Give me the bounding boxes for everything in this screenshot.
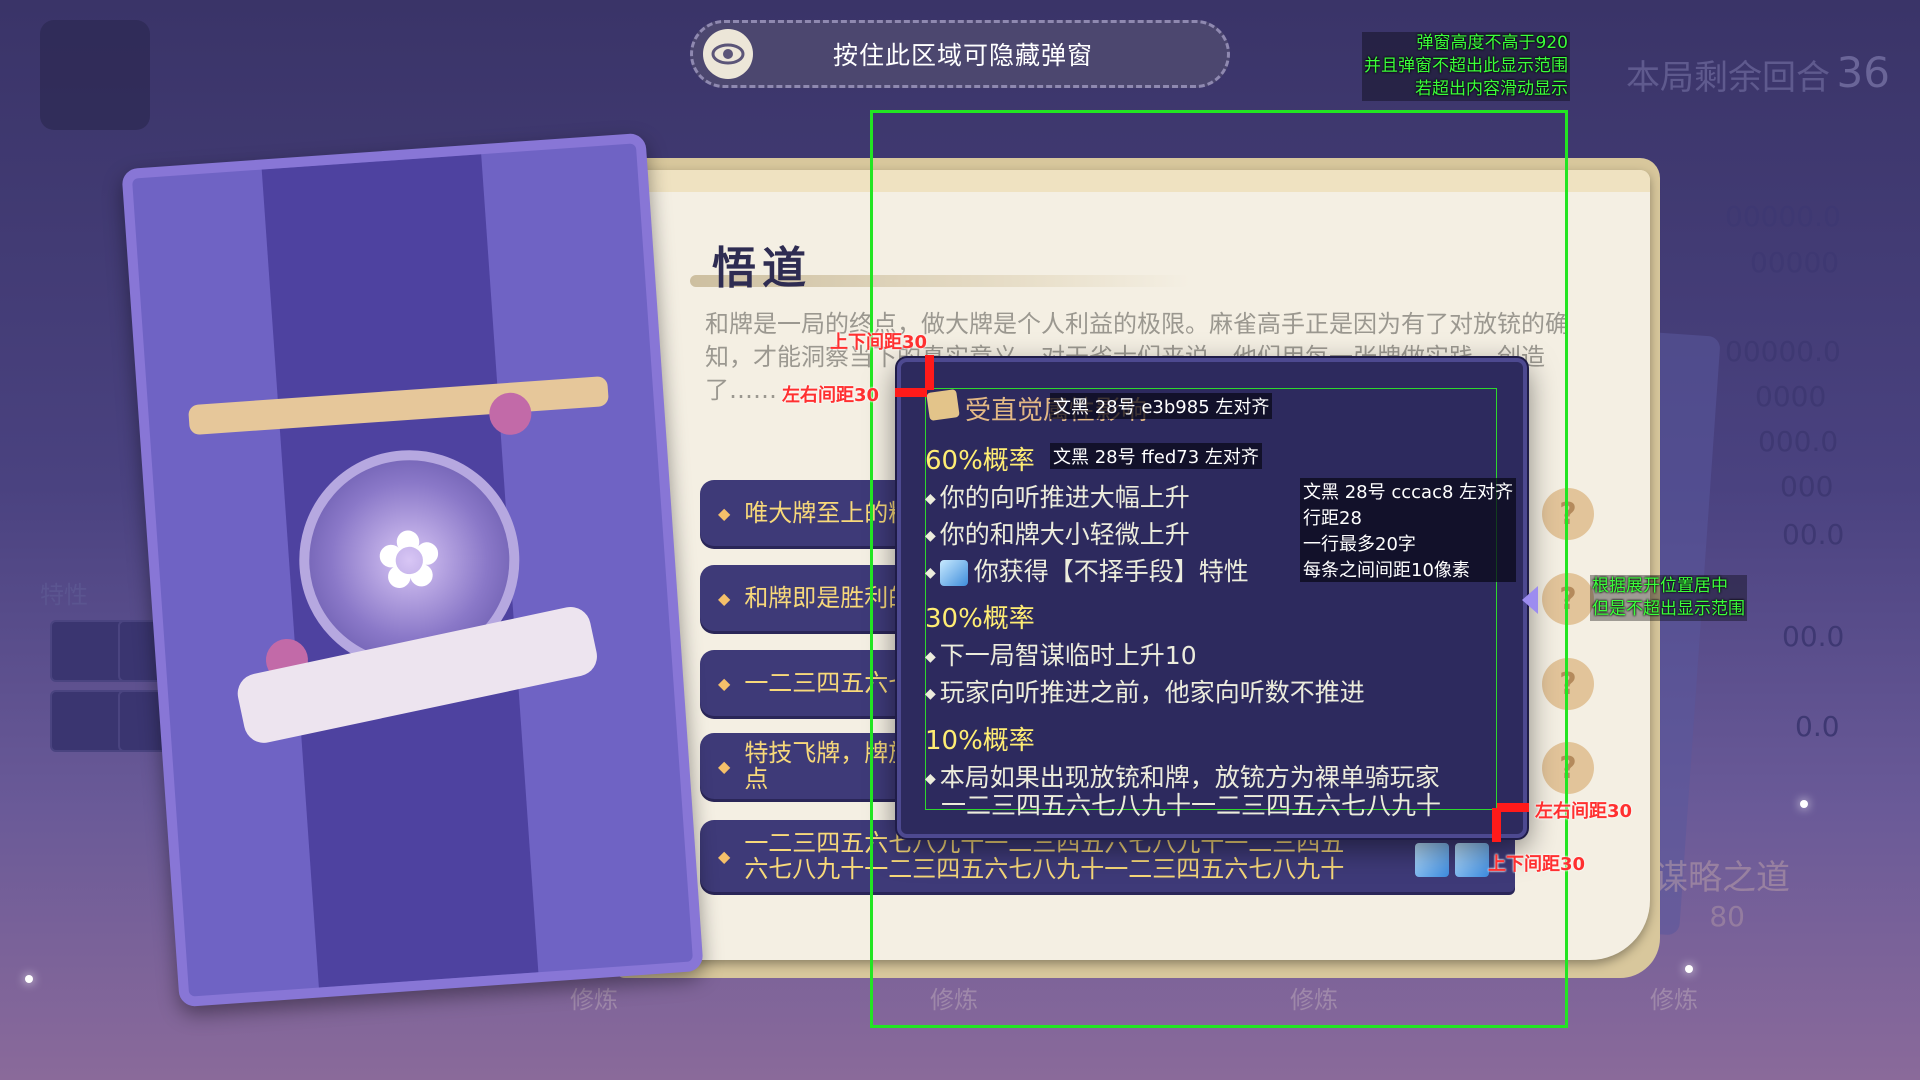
stat-value: 00000.0 [1725, 335, 1841, 368]
right-spacing-note: 左右间距30 [1535, 801, 1633, 822]
diamond-icon: ◆ [718, 503, 731, 523]
remaining-rounds-value: 36 [1836, 48, 1890, 97]
bottom-spacing-note: 上下间距30 [1488, 854, 1586, 875]
trait-label: 特性 [40, 581, 88, 609]
stat-value: 000 [1780, 470, 1834, 503]
left-spacing-note: 左右间距30 [782, 385, 880, 406]
frame-note: 弹窗高度不高于920 并且弹窗不超出此显示范围 若超出内容滑动显示 [1362, 32, 1570, 101]
diamond-icon: ◆ [718, 756, 731, 776]
stat-value: 00000 [1750, 246, 1840, 279]
top-spacing-note: 上下间距30 [830, 332, 928, 353]
hide-popup-hint: 按住此区域可隐藏弹窗 [833, 41, 1094, 70]
hide-popup-area[interactable]: 按住此区域可隐藏弹窗 [690, 20, 1230, 88]
back-button[interactable] [40, 20, 150, 130]
percent-spec-note: 文黑 28号 ffed73 左对齐 [1050, 443, 1262, 469]
diamond-icon: ◆ [718, 588, 731, 608]
sparkle [1800, 800, 1808, 808]
diamond-icon: ◆ [718, 673, 731, 693]
remaining-rounds-label: 本局剩余回合 [1626, 58, 1830, 98]
character-card: ✿ [121, 132, 704, 1008]
vertical-spacing-marker [1492, 808, 1501, 842]
sakura-icon: ✿ [372, 510, 446, 609]
body-spec-note: 文黑 28号 cccac8 左对齐 行距28 一行最多20字 每条之间间距10像… [1300, 478, 1517, 582]
sparkle [25, 975, 33, 983]
strategy-value: 80 [1709, 900, 1745, 933]
stat-value: 000.0 [1758, 425, 1839, 458]
stat-value: 00000.0 [1725, 200, 1841, 233]
horizontal-spacing-marker [895, 388, 927, 397]
stat-value: 0.0 [1795, 710, 1840, 743]
center-note: 根据展开位置居中 但是不超出显示范围 [1590, 575, 1747, 621]
bottom-tab[interactable]: 修炼 [1650, 980, 1698, 1015]
diamond-icon: ◆ [718, 846, 731, 866]
header-spec-note: 文黑 28号 e3b985 左对齐 [1050, 393, 1273, 419]
stat-value: 00.0 [1782, 518, 1845, 551]
vertical-spacing-marker [925, 355, 934, 390]
panel-title: 悟道 [712, 243, 812, 294]
sparkle [1685, 965, 1693, 973]
eye-icon [703, 29, 753, 79]
stat-value: 00.0 [1782, 620, 1845, 653]
bottom-tab[interactable]: 修炼 [570, 980, 618, 1015]
horizontal-spacing-marker [1497, 803, 1529, 812]
strategy-label: 谋略之道 [1654, 858, 1790, 898]
stat-value: 0000 [1755, 380, 1827, 413]
